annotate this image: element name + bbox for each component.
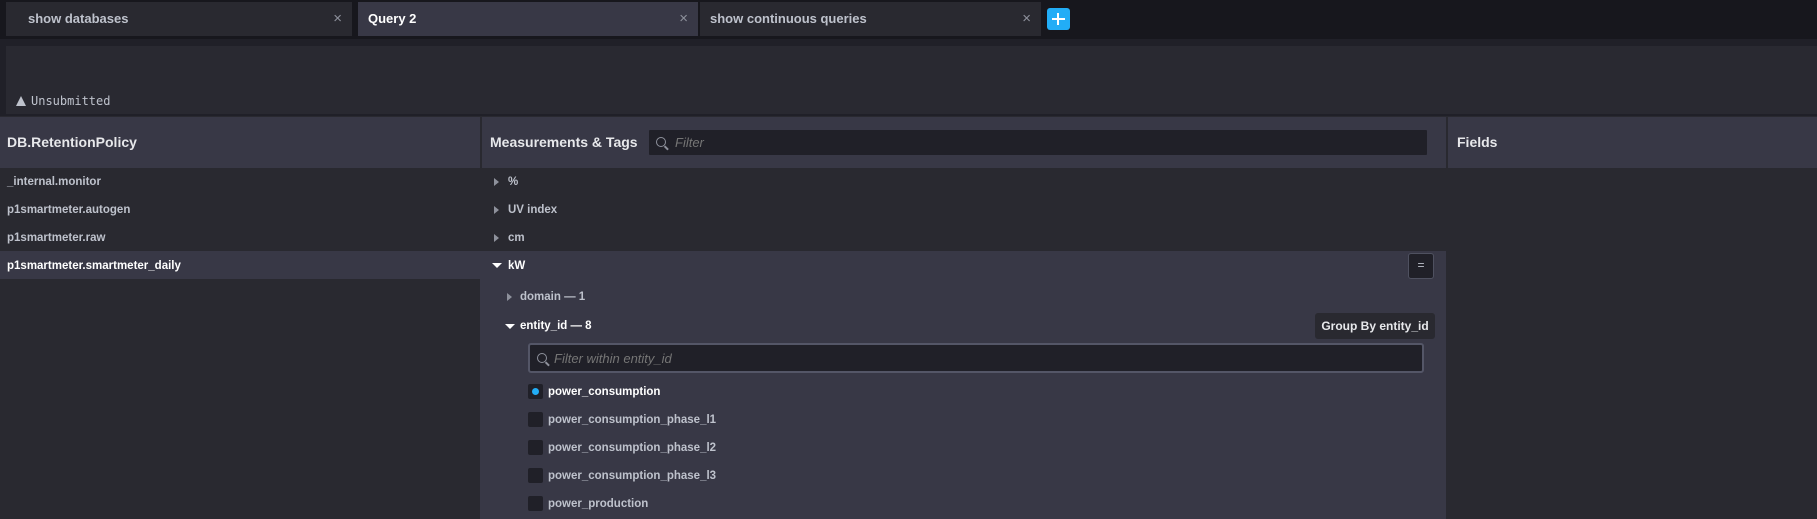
query-editor[interactable] [6,46,1817,114]
db-item[interactable]: p1smartmeter.raw [7,224,105,252]
search-icon [537,353,547,363]
checkbox[interactable] [528,440,543,455]
tab-show-continuous-queries[interactable]: show continuous queries × [700,2,1041,36]
fields-column-header [1448,117,1817,168]
db-item[interactable]: _internal.monitor [7,168,101,196]
tag-value-item[interactable]: power_production [548,490,648,518]
measurement-item[interactable]: cm [508,224,525,252]
measurements-filter-input[interactable] [647,128,1429,157]
measurement-item[interactable]: % [508,168,518,196]
tag-value-item[interactable]: power_consumption_phase_l3 [548,462,716,490]
checkbox[interactable] [528,412,543,427]
measurement-item-expanded[interactable]: kW [508,252,525,280]
close-icon[interactable]: × [679,2,688,36]
caret-down-icon[interactable] [492,263,502,268]
caret-down-icon[interactable] [505,324,515,329]
tag-value-item[interactable]: power_consumption_phase_l2 [548,434,716,462]
measurement-item[interactable]: UV index [508,196,557,224]
close-icon[interactable]: × [1022,2,1031,36]
tab-query-2[interactable]: Query 2 × [358,2,698,36]
group-by-button[interactable]: Group By entity_id [1315,313,1435,339]
fields-header-title: Fields [1457,134,1498,150]
checkbox-checked[interactable] [528,384,543,399]
caret-right-icon[interactable] [494,234,499,242]
db-header-title: DB.RetentionPolicy [7,134,137,150]
tag-filter-input[interactable] [528,343,1424,373]
warning-icon [16,96,26,106]
checkbox[interactable] [528,468,543,483]
tab-label: Query 2 [368,11,417,26]
tab-label: show continuous queries [710,11,867,26]
tab-show-databases[interactable]: show databases × [6,2,352,36]
tag-key-item[interactable]: domain — 1 [520,283,585,311]
tag-value-item[interactable]: power_consumption_phase_l1 [548,406,716,434]
add-tab-button[interactable] [1047,8,1070,30]
close-icon[interactable]: × [333,2,342,36]
tab-label: show databases [28,11,129,26]
measurements-header-title: Measurements & Tags [490,134,638,150]
query-status: Unsubmitted [16,94,110,108]
caret-right-icon[interactable] [494,178,499,186]
query-status-text: Unsubmitted [31,94,111,108]
db-item[interactable]: p1smartmeter.autogen [7,196,130,224]
caret-right-icon[interactable] [494,206,499,214]
db-item-selected[interactable]: p1smartmeter.smartmeter_daily [7,252,181,280]
measurement-menu-button[interactable]: = [1408,253,1434,279]
caret-right-icon[interactable] [507,293,512,301]
tag-key-item-expanded[interactable]: entity_id — 8 [520,312,592,340]
search-icon [656,137,666,147]
checkbox[interactable] [528,496,543,511]
tag-value-item[interactable]: power_consumption [548,378,660,406]
